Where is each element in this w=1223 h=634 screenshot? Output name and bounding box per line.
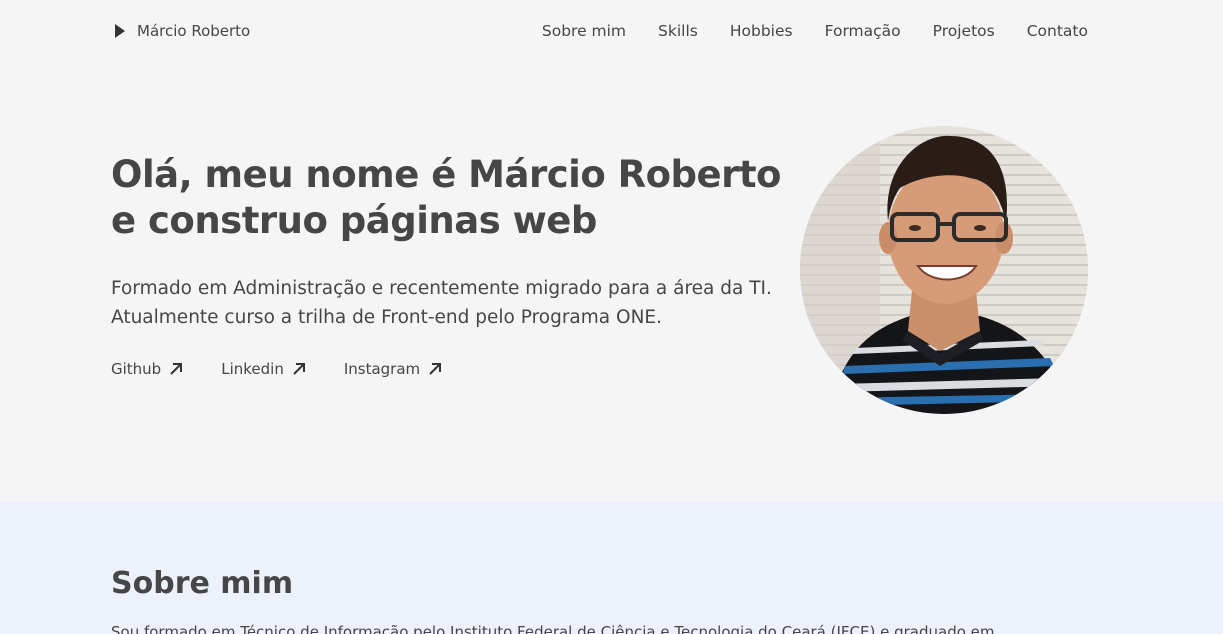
hero-description: Formado em Administração e recentemente … bbox=[111, 278, 772, 328]
nav-skills[interactable]: Skills bbox=[658, 22, 698, 40]
github-label: Github bbox=[111, 360, 162, 378]
arrow-up-right-icon bbox=[293, 363, 305, 375]
main-nav: Sobre mim Skills Hobbies Formação Projet… bbox=[542, 20, 1088, 42]
nav-sobre-mim[interactable]: Sobre mim bbox=[542, 22, 626, 40]
play-icon bbox=[115, 24, 125, 38]
arrow-up-right-icon bbox=[429, 363, 442, 375]
about-text: Sou formado em Técnico de Informação pel… bbox=[111, 623, 995, 634]
brand-link[interactable]: Márcio Roberto bbox=[115, 20, 250, 42]
about-title: Sobre mim bbox=[111, 566, 294, 601]
nav-contato[interactable]: Contato bbox=[1027, 22, 1088, 40]
hero-title-line2: e construo páginas web bbox=[111, 199, 597, 242]
hero-section: Olá, meu nome é Márcio Roberto e constru… bbox=[0, 62, 1223, 502]
about-section: Sobre mim Sou formado em Técnico de Info… bbox=[0, 502, 1223, 634]
linkedin-label: Linkedin bbox=[221, 360, 284, 378]
linkedin-link[interactable]: Linkedin bbox=[221, 360, 306, 378]
instagram-label: Instagram bbox=[343, 360, 421, 378]
profile-photo-illustration bbox=[800, 126, 1088, 414]
nav-hobbies[interactable]: Hobbies bbox=[730, 22, 793, 40]
nav-formacao[interactable]: Formação bbox=[825, 22, 901, 40]
site-header: Márcio Roberto Sobre mim Skills Hobbies … bbox=[0, 0, 1223, 62]
hero-text: Olá, meu nome é Márcio Roberto e constru… bbox=[111, 152, 781, 378]
social-links: Github Linkedin Instagram bbox=[111, 360, 781, 378]
nav-projetos[interactable]: Projetos bbox=[933, 22, 995, 40]
hero-title: Olá, meu nome é Márcio Roberto e constru… bbox=[111, 152, 781, 244]
arrow-up-right-icon bbox=[170, 363, 183, 375]
profile-photo bbox=[800, 126, 1088, 414]
instagram-link[interactable]: Instagram bbox=[344, 360, 442, 378]
hero-title-line1: Olá, meu nome é Márcio Roberto bbox=[111, 153, 781, 196]
github-link[interactable]: Github bbox=[111, 360, 183, 378]
brand-name: Márcio Roberto bbox=[137, 22, 251, 40]
